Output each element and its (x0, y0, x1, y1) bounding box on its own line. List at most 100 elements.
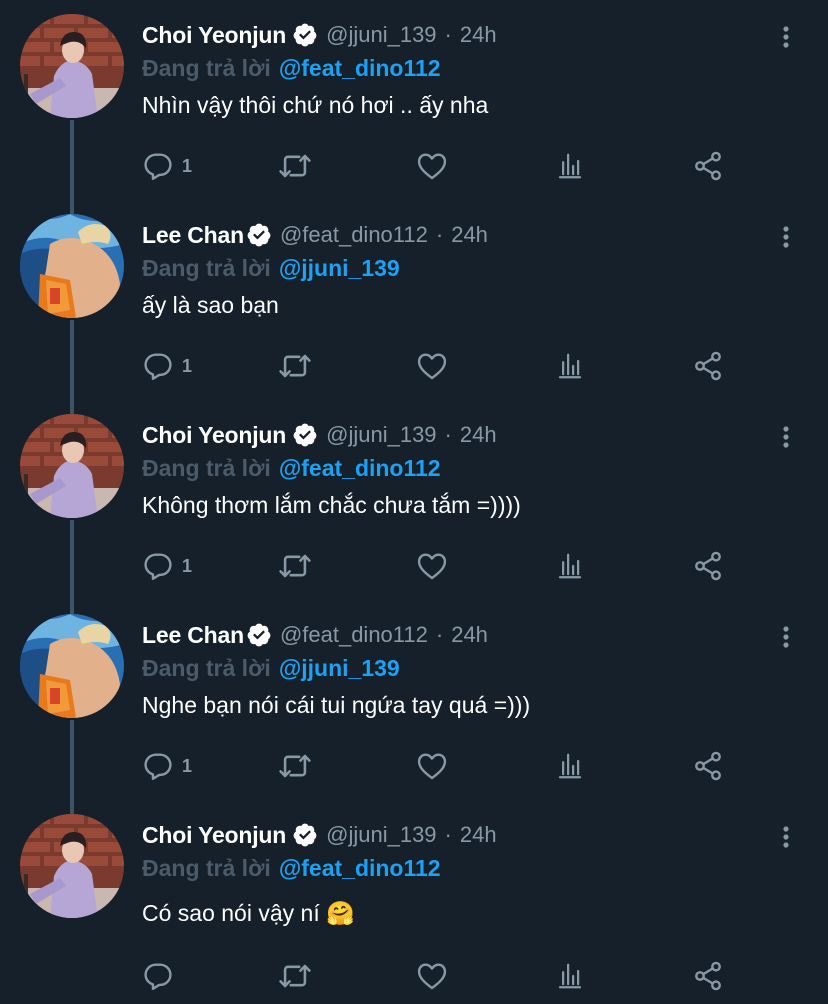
vertical-ellipsis-icon (782, 625, 790, 649)
avatar[interactable] (20, 614, 124, 718)
share-button[interactable] (692, 956, 724, 996)
separator-dot: · (444, 822, 452, 847)
tweet-header: Lee Chan @feat_dino112 · 24h (142, 618, 488, 652)
tweet[interactable]: Choi Yeonjun @jjuni_139 · 24h Đang trả l… (0, 0, 828, 220)
display-name[interactable]: Lee Chan (142, 622, 244, 649)
replying-to: Đang trả lời @jjuni_139 (142, 652, 400, 684)
like-button[interactable] (416, 956, 448, 996)
speech-bubble-icon (142, 350, 174, 382)
share-button[interactable] (692, 146, 724, 186)
tweet-text: Nghe bạn nói cái tui ngứa tay quá =))) (142, 692, 531, 718)
retweet-icon (278, 959, 312, 993)
verified-badge-icon (246, 222, 272, 248)
share-button[interactable] (692, 546, 724, 586)
replying-to-handle-link[interactable]: @feat_dino112 (279, 55, 441, 82)
share-button[interactable] (692, 346, 724, 386)
bar-chart-icon (555, 551, 585, 581)
tweet-text: ấy là sao bạn (142, 292, 279, 318)
like-button[interactable] (416, 746, 448, 786)
more-options-button[interactable] (774, 20, 798, 54)
like-button[interactable] (416, 346, 448, 386)
replying-to: Đang trả lời @jjuni_139 (142, 252, 400, 284)
speech-bubble-icon (142, 750, 174, 782)
replying-to-handle-link[interactable]: @feat_dino112 (279, 855, 441, 882)
retweet-button[interactable] (278, 546, 312, 586)
reply-button[interactable]: 1 (142, 546, 192, 586)
analytics-button[interactable] (555, 146, 585, 186)
reply-button[interactable]: 1 (142, 146, 192, 186)
analytics-button[interactable] (555, 346, 585, 386)
retweet-button[interactable] (278, 956, 312, 996)
tweet-actions: 1 (142, 146, 742, 186)
reply-button[interactable] (142, 956, 182, 996)
user-handle[interactable]: @jjuni_139 (326, 422, 436, 448)
retweet-button[interactable] (278, 146, 312, 186)
replying-to-label: Đang trả lời (142, 854, 271, 881)
tweet-header: Choi Yeonjun @jjuni_139 · 24h (142, 18, 497, 52)
replying-to: Đang trả lời @feat_dino112 (142, 452, 441, 484)
avatar[interactable] (20, 414, 124, 518)
more-options-button[interactable] (774, 820, 798, 854)
share-button[interactable] (692, 746, 724, 786)
user-handle[interactable]: @feat_dino112 (280, 222, 428, 248)
replying-to-handle-link[interactable]: @jjuni_139 (279, 655, 400, 682)
user-handle[interactable]: @jjuni_139 (326, 22, 436, 48)
speech-bubble-icon (142, 150, 174, 182)
more-options-button[interactable] (774, 220, 798, 254)
verified-badge-icon (292, 822, 318, 848)
heart-icon (416, 150, 448, 182)
avatar[interactable] (20, 214, 124, 318)
tweet[interactable]: Lee Chan @feat_dino112 · 24h Đang trả lờ… (0, 200, 828, 420)
bar-chart-icon (555, 751, 585, 781)
timestamp[interactable]: 24h (460, 822, 497, 848)
display-name[interactable]: Choi Yeonjun (142, 822, 286, 849)
timestamp[interactable]: 24h (451, 622, 488, 648)
user-handle[interactable]: @jjuni_139 (326, 822, 436, 848)
display-name[interactable]: Choi Yeonjun (142, 422, 286, 449)
replying-to-handle-link[interactable]: @feat_dino112 (279, 455, 441, 482)
replying-to: Đang trả lời @feat_dino112 (142, 852, 441, 884)
analytics-button[interactable] (555, 956, 585, 996)
display-name[interactable]: Choi Yeonjun (142, 22, 286, 49)
tweet[interactable]: Lee Chan @feat_dino112 · 24h Đang trả lờ… (0, 600, 828, 820)
avatar[interactable] (20, 14, 124, 118)
like-button[interactable] (416, 146, 448, 186)
more-options-button[interactable] (774, 420, 798, 454)
retweet-button[interactable] (278, 746, 312, 786)
retweet-button[interactable] (278, 346, 312, 386)
replying-to-label: Đang trả lời (142, 254, 271, 281)
reply-button[interactable]: 1 (142, 746, 192, 786)
tweet[interactable]: Choi Yeonjun @jjuni_139 · 24h Đang trả l… (0, 400, 828, 620)
tweet-text: Nhìn vậy thôi chứ nó hơi .. ấy nha (142, 92, 489, 118)
reply-thread: Choi Yeonjun @jjuni_139 · 24h Đang trả l… (0, 0, 828, 1004)
separator-dot: · (444, 422, 452, 447)
replying-to-label: Đang trả lời (142, 454, 271, 481)
heart-icon (416, 350, 448, 382)
analytics-button[interactable] (555, 546, 585, 586)
user-handle[interactable]: @feat_dino112 (280, 622, 428, 648)
timestamp[interactable]: 24h (460, 422, 497, 448)
more-options-button[interactable] (774, 620, 798, 654)
retweet-icon (278, 149, 312, 183)
reply-count: 1 (182, 155, 193, 176)
replying-to-label: Đang trả lời (142, 654, 271, 681)
heart-icon (416, 750, 448, 782)
replying-to-label: Đang trả lời (142, 54, 271, 81)
tweet-text: Không thơm lắm chắc chưa tắm =)))) (142, 492, 521, 518)
timestamp[interactable]: 24h (460, 22, 497, 48)
retweet-icon (278, 549, 312, 583)
display-name[interactable]: Lee Chan (142, 222, 244, 249)
vertical-ellipsis-icon (782, 425, 790, 449)
verified-badge-icon (292, 422, 318, 448)
tweet-header: Choi Yeonjun @jjuni_139 · 24h (142, 418, 497, 452)
like-button[interactable] (416, 546, 448, 586)
avatar[interactable] (20, 814, 124, 918)
reply-button[interactable]: 1 (142, 346, 192, 386)
tweet[interactable]: Choi Yeonjun @jjuni_139 · 24h Đang trả l… (0, 800, 828, 1000)
replying-to: Đang trả lời @feat_dino112 (142, 52, 441, 84)
vertical-ellipsis-icon (782, 225, 790, 249)
timestamp[interactable]: 24h (451, 222, 488, 248)
replying-to-handle-link[interactable]: @jjuni_139 (279, 255, 400, 282)
analytics-button[interactable] (555, 746, 585, 786)
bar-chart-icon (555, 961, 585, 991)
